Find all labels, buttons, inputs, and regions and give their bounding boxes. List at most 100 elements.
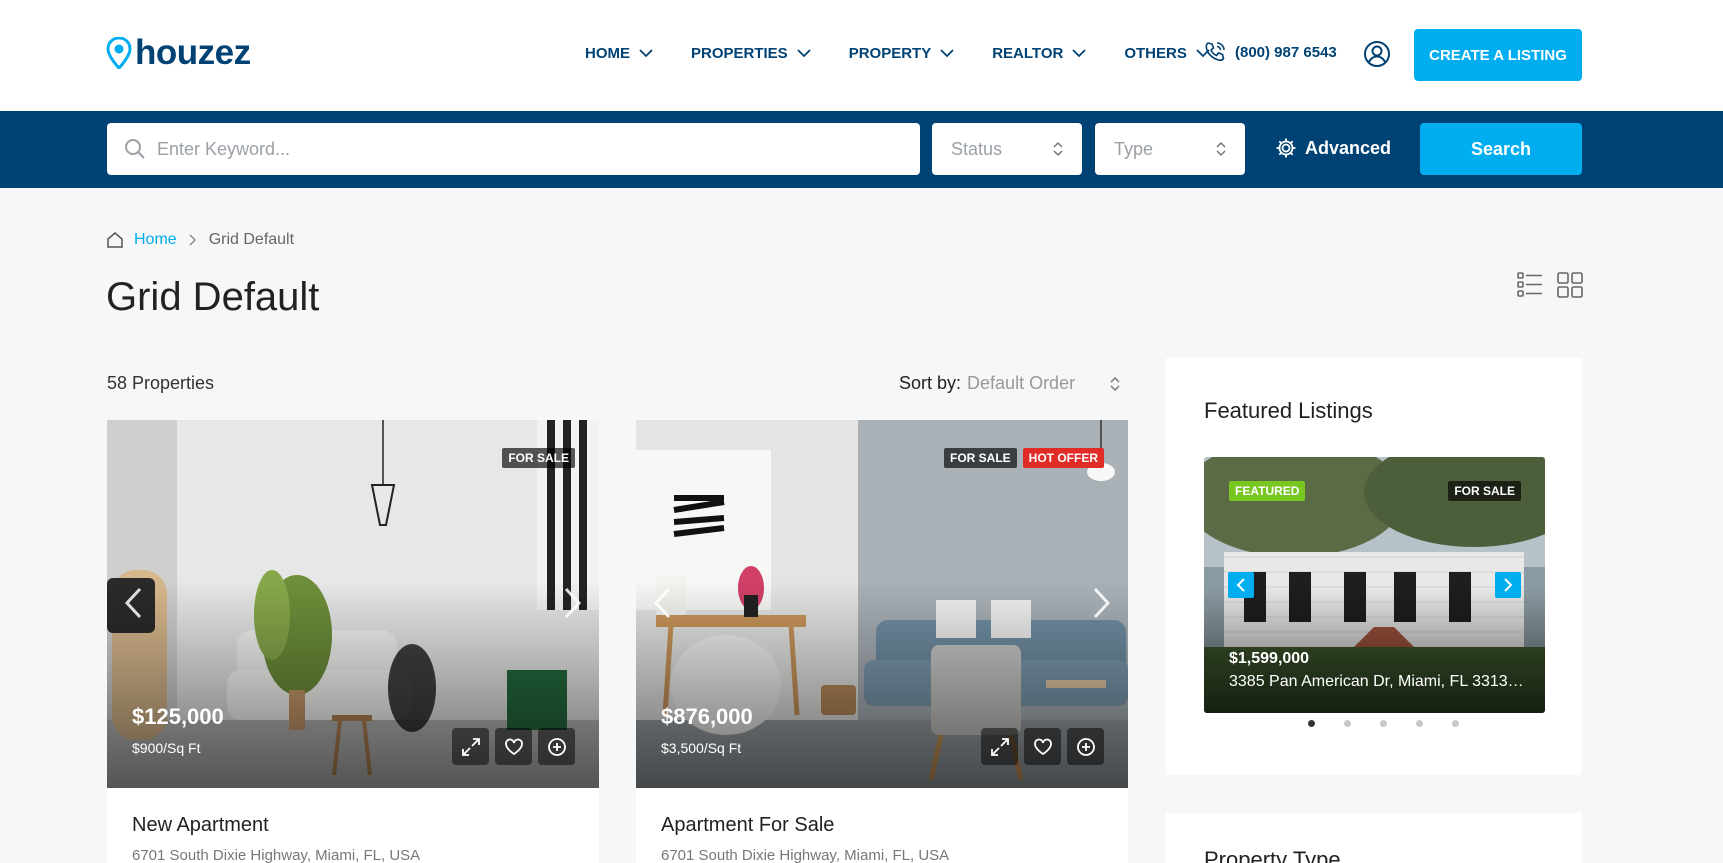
property-title[interactable]: New Apartment <box>132 814 269 837</box>
phone-number: (800) 987 6543 <box>1235 43 1337 61</box>
nav-others[interactable]: OTHERS <box>1124 45 1210 62</box>
create-listing-button[interactable]: CREATE A LISTING <box>1414 29 1582 81</box>
select-arrows-icon <box>1110 376 1120 391</box>
hot-offer-label[interactable]: HOT OFFER <box>1022 448 1104 468</box>
chevron-left-icon[interactable] <box>119 583 149 623</box>
property-address: 6701 South Dixie Highway, Miami, FL, USA <box>661 847 950 863</box>
featured-label: FEATURED <box>1229 481 1306 501</box>
chevron-left-icon[interactable] <box>648 583 678 623</box>
search-bar: Enter Keyword... Status Type Advanced Se… <box>0 111 1723 188</box>
logo[interactable]: houzez <box>106 33 251 73</box>
slider-dot[interactable] <box>1379 720 1387 727</box>
sort-label: Sort by: <box>899 373 962 393</box>
page-title: Grid Default <box>106 275 320 319</box>
chevron-down-icon <box>1072 48 1086 57</box>
chevron-down-icon <box>940 48 954 57</box>
location-pin-icon <box>106 37 132 69</box>
price-per-sqft: $3,500/Sq Ft <box>661 740 742 756</box>
sort-select[interactable]: Sort by: Default Order <box>899 373 1121 394</box>
nav-properties[interactable]: PROPERTIES <box>691 45 811 62</box>
search-button[interactable]: Search <box>1420 123 1582 175</box>
chevron-down-icon <box>639 48 653 57</box>
favorite-button[interactable] <box>1024 728 1061 765</box>
slider-prev-button[interactable] <box>1228 572 1254 598</box>
slider-next-button[interactable] <box>1495 572 1521 598</box>
compare-button[interactable] <box>1067 728 1104 765</box>
sort-value: Default Order <box>967 373 1076 393</box>
nav-label: REALTOR <box>992 44 1064 62</box>
chevron-right-icon[interactable] <box>557 583 587 623</box>
type-select[interactable]: Type <box>1095 123 1245 175</box>
nav-property[interactable]: PROPERTY <box>849 45 955 62</box>
label-group: FOR SALE HOT OFFER <box>944 448 1104 468</box>
status-select[interactable]: Status <box>932 123 1082 175</box>
property-image[interactable]: FOR SALE $125,000 $900/Sq Ft <box>107 420 599 788</box>
status-placeholder: Status <box>951 138 1003 159</box>
featured-slide[interactable]: FEATURED FOR SALE $1,599,000 3385 Pan Am… <box>1204 457 1545 713</box>
breadcrumb-home[interactable]: Home <box>134 231 177 249</box>
nav-label: PROPERTY <box>848 44 932 62</box>
expand-icon <box>461 737 480 756</box>
slider-dot[interactable] <box>1415 720 1423 727</box>
compare-button[interactable] <box>538 728 575 765</box>
breadcrumb: Home Grid Default <box>106 231 294 249</box>
plus-circle-icon <box>1076 737 1095 756</box>
chevron-down-icon <box>797 48 811 57</box>
nav-label: PROPERTIES <box>691 44 788 62</box>
price-per-sqft: $900/Sq Ft <box>132 740 201 756</box>
chevron-right-icon <box>1504 578 1513 592</box>
user-account-icon[interactable] <box>1363 40 1391 68</box>
featured-listings-widget: Featured Listings FEATURED FOR SALE $1,5… <box>1166 358 1582 775</box>
slider-dot[interactable] <box>1451 720 1459 727</box>
status-label[interactable]: FOR SALE <box>1448 481 1521 501</box>
price: $876,000 <box>661 704 753 729</box>
card-tools <box>452 728 575 765</box>
list-view-icon[interactable] <box>1517 271 1543 298</box>
status-label[interactable]: FOR SALE <box>502 448 575 468</box>
home-icon <box>107 232 123 248</box>
expand-button[interactable] <box>452 728 489 765</box>
property-image[interactable]: FOR SALE HOT OFFER $876,000 $3,500/Sq Ft <box>636 420 1128 788</box>
nav-realtor[interactable]: REALTOR <box>992 45 1086 62</box>
breadcrumb-current: Grid Default <box>208 231 295 248</box>
plus-circle-icon <box>547 737 566 756</box>
property-card[interactable]: FOR SALE $125,000 $900/Sq Ft New Apartme… <box>107 420 599 863</box>
keyword-placeholder: Enter Keyword... <box>157 138 291 159</box>
property-count: 58 Properties <box>107 373 215 393</box>
price: $125,000 <box>132 704 224 729</box>
site-header: houzez HOME PROPERTIES PROPERTY REALTOR … <box>0 0 1723 111</box>
phone-link[interactable]: (800) 987 6543 <box>1203 40 1337 64</box>
phone-icon <box>1205 42 1225 61</box>
property-card[interactable]: FOR SALE HOT OFFER $876,000 $3,500/Sq Ft… <box>636 420 1128 863</box>
advanced-label: Advanced <box>1305 137 1392 158</box>
card-tools <box>981 728 1104 765</box>
favorite-button[interactable] <box>495 728 532 765</box>
search-icon <box>125 139 145 159</box>
type-placeholder: Type <box>1114 138 1154 159</box>
status-label[interactable]: FOR SALE <box>944 448 1017 468</box>
widget-title: Property Type <box>1204 847 1341 863</box>
label-group: FOR SALE <box>502 448 575 468</box>
advanced-search-toggle[interactable]: Advanced <box>1275 137 1391 159</box>
expand-icon <box>990 737 1009 756</box>
heart-icon <box>1033 738 1052 755</box>
select-arrows-icon <box>1216 141 1226 157</box>
nav-label: OTHERS <box>1124 44 1187 62</box>
chevron-right-icon <box>189 234 196 246</box>
widget-title: Featured Listings <box>1204 398 1373 423</box>
property-title[interactable]: Apartment For Sale <box>661 814 834 837</box>
select-arrows-icon <box>1053 141 1063 157</box>
main-nav: HOME PROPERTIES PROPERTY REALTOR OTHERS <box>585 38 1248 68</box>
gear-icon <box>1276 138 1296 158</box>
grid-view-icon[interactable] <box>1557 271 1583 298</box>
expand-button[interactable] <box>981 728 1018 765</box>
featured-address[interactable]: 3385 Pan American Dr, Miami, FL 33133, U… <box>1229 673 1529 691</box>
chevron-right-icon[interactable] <box>1086 583 1116 623</box>
property-address: 6701 South Dixie Highway, Miami, FL, USA <box>132 847 421 863</box>
slider-dot[interactable] <box>1307 720 1315 727</box>
nav-label: HOME <box>585 44 630 62</box>
slider-dot[interactable] <box>1343 720 1351 727</box>
nav-home[interactable]: HOME <box>585 45 653 62</box>
featured-price: $1,599,000 <box>1229 650 1310 667</box>
keyword-input[interactable]: Enter Keyword... <box>107 123 920 175</box>
